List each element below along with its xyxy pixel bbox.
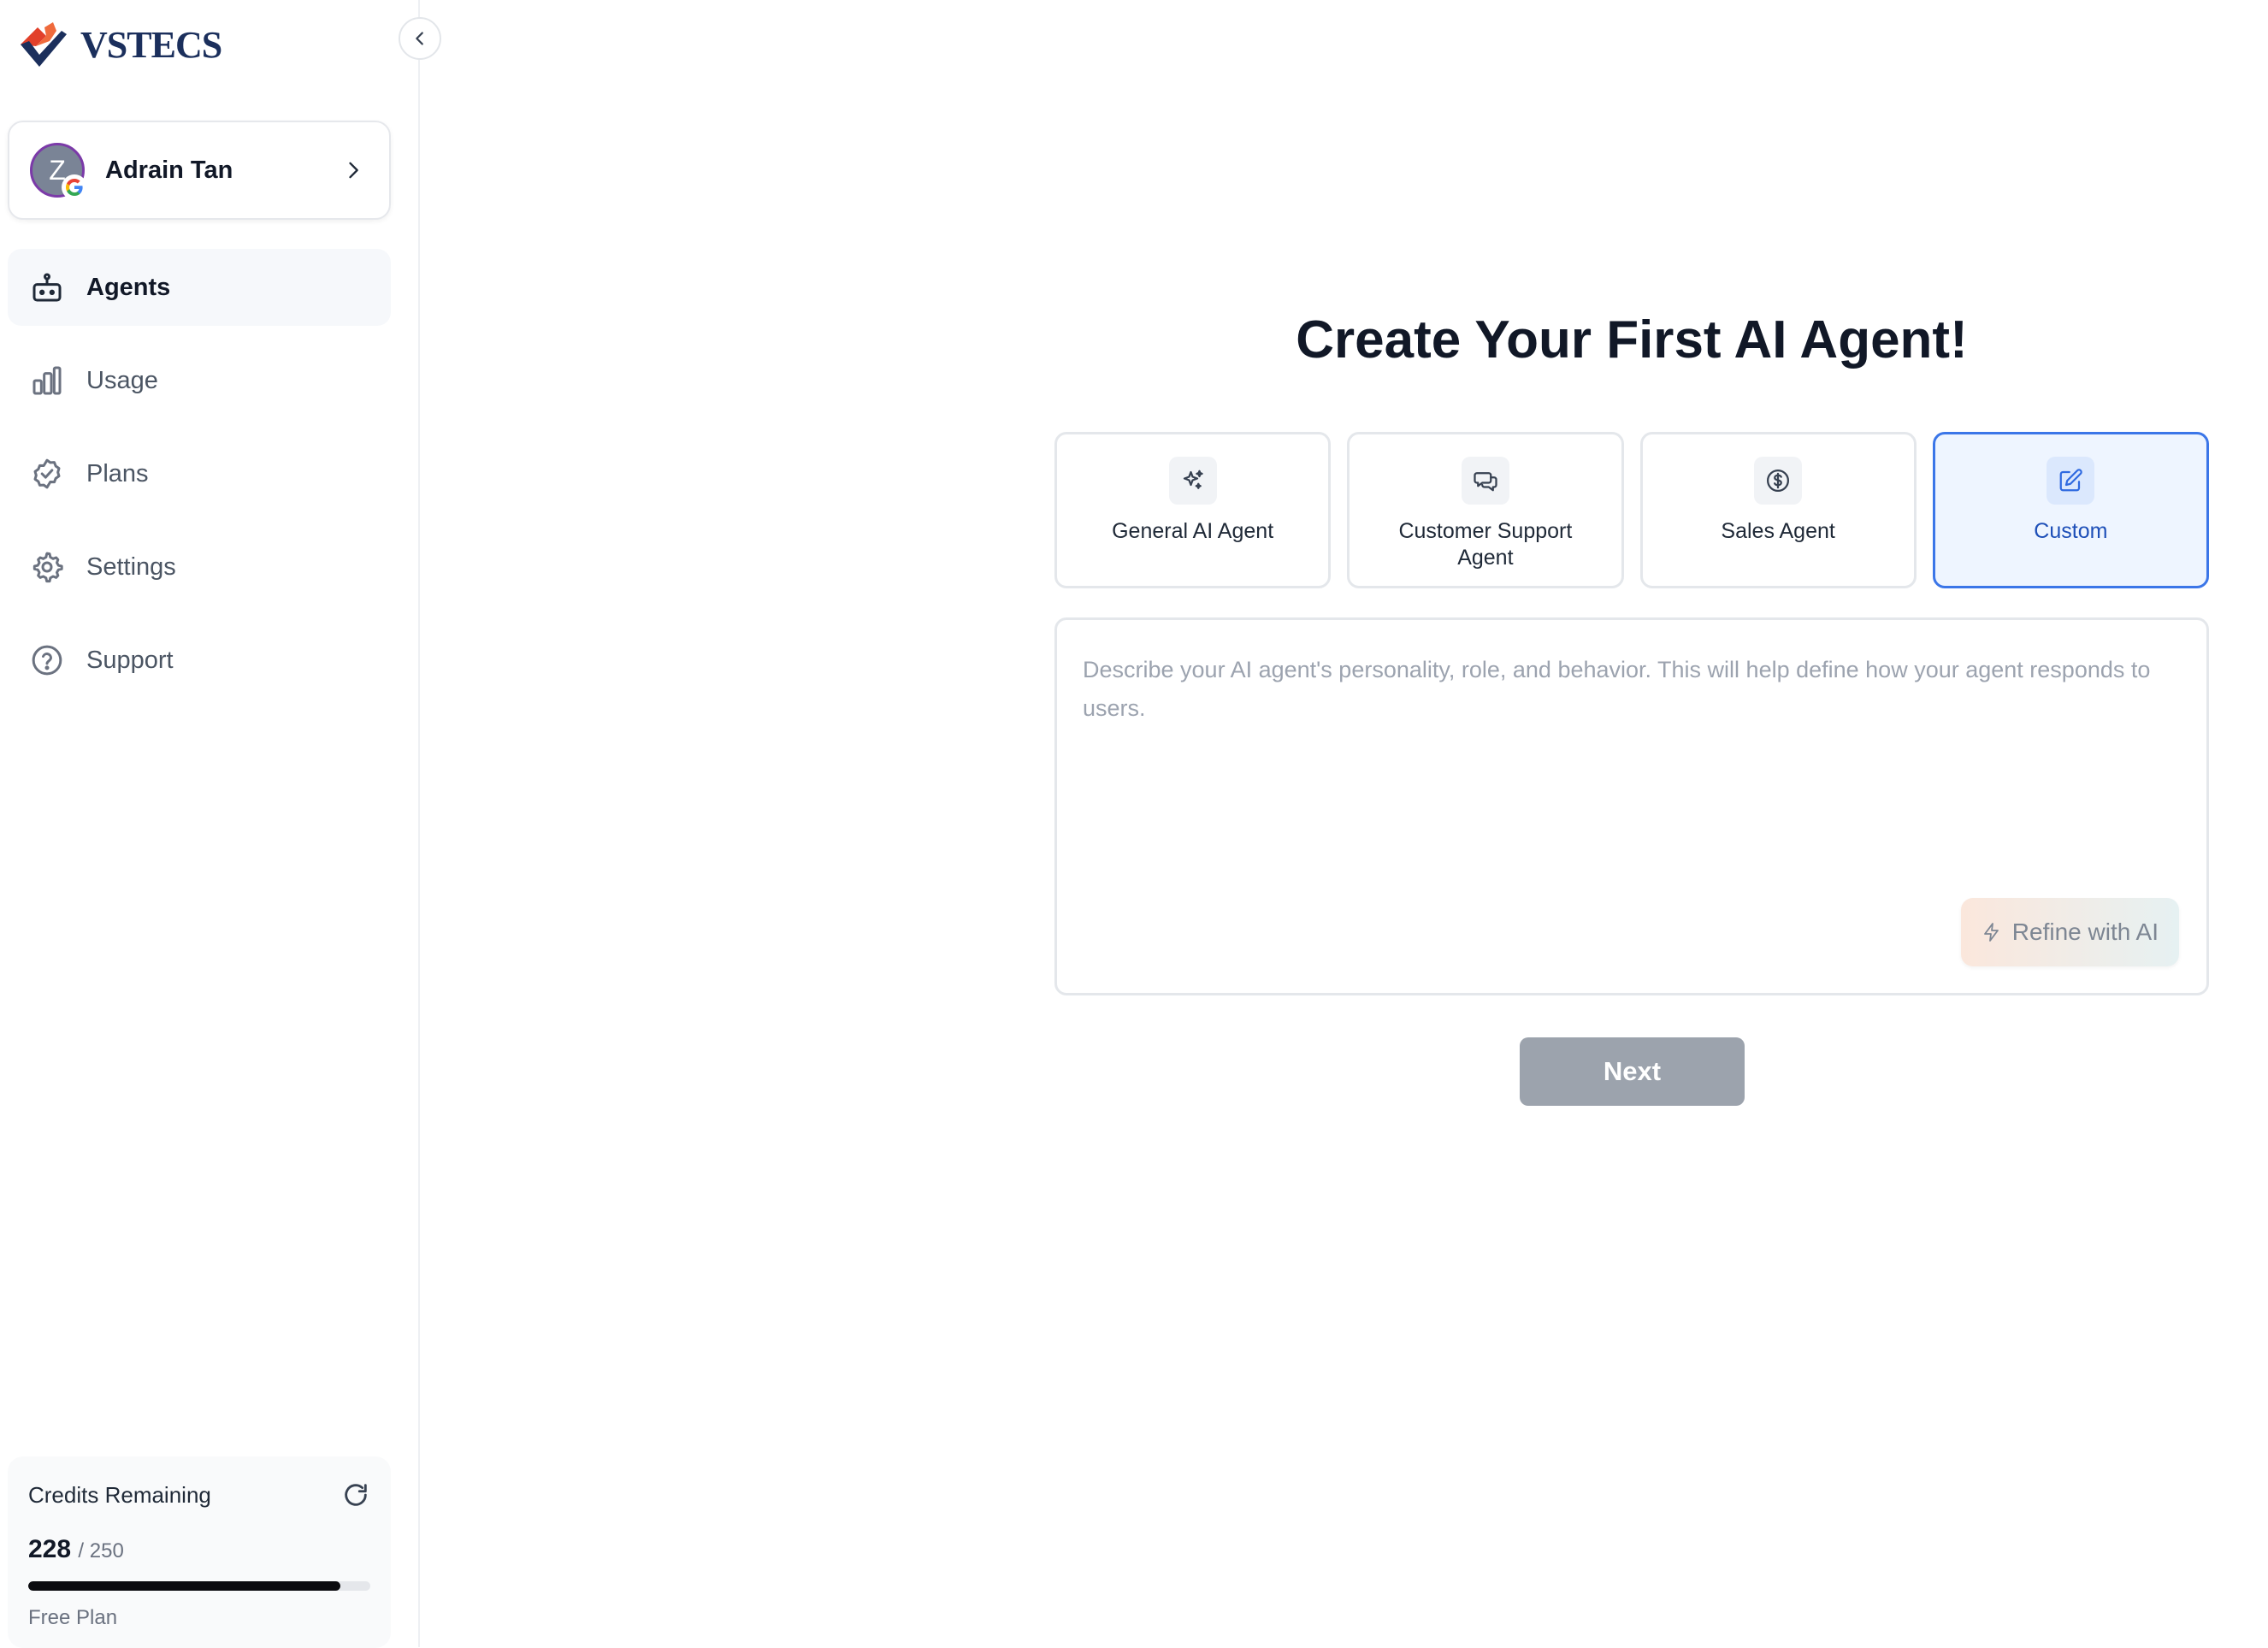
sidebar-item-usage[interactable]: Usage xyxy=(8,342,391,419)
chat-icon xyxy=(1461,457,1509,505)
sidebar-item-agents[interactable]: Agents xyxy=(8,249,391,326)
collapse-sidebar-button[interactable] xyxy=(399,17,441,60)
sidebar-item-label: Agents xyxy=(86,273,171,301)
edit-icon xyxy=(2047,457,2095,505)
agent-description-input[interactable] xyxy=(1057,620,2206,911)
sidebar: VSTECS Z Adrain Tan Agents Usage Plans S… xyxy=(0,0,420,1648)
plan-label: Free Plan xyxy=(28,1606,118,1629)
credits-used: 228 xyxy=(28,1535,72,1563)
page-title: Create Your First AI Agent! xyxy=(1296,310,1968,369)
credits-count: 228 / 250 xyxy=(28,1535,370,1564)
agent-type-sales[interactable]: Sales Agent xyxy=(1639,432,1917,588)
credits-label: Credits Remaining xyxy=(28,1481,211,1508)
dollar-circle-icon xyxy=(1754,457,1803,505)
credits-progress-fill xyxy=(28,1581,340,1591)
robot-icon xyxy=(28,269,66,306)
next-button[interactable]: Next xyxy=(1520,1037,1745,1106)
sidebar-item-label: Support xyxy=(86,646,174,674)
agent-type-label: Custom xyxy=(2034,519,2108,543)
badge-check-icon xyxy=(28,455,66,493)
refresh-icon[interactable] xyxy=(341,1480,370,1509)
user-profile-card[interactable]: Z Adrain Tan xyxy=(8,121,391,220)
agent-type-label: Customer Support Agent xyxy=(1398,519,1573,570)
sidebar-item-label: Plans xyxy=(86,459,149,487)
chevron-left-icon xyxy=(416,32,423,45)
agent-type-general[interactable]: General AI Agent xyxy=(1054,432,1332,588)
sidebar-item-plans[interactable]: Plans xyxy=(8,435,391,512)
gear-icon xyxy=(28,548,66,586)
brand-name: VSTECS xyxy=(80,23,222,66)
bar-chart-icon xyxy=(28,362,66,399)
vstecs-logo-icon xyxy=(21,22,67,67)
chevron-right-icon xyxy=(349,162,358,179)
user-name: Adrain Tan xyxy=(105,156,233,184)
avatar: Z xyxy=(30,143,87,200)
sidebar-item-support[interactable]: Support xyxy=(8,622,391,699)
refine-with-ai-button[interactable]: Refine with AI xyxy=(1960,898,2179,966)
brand-logo[interactable]: VSTECS xyxy=(19,19,222,70)
sidebar-item-label: Settings xyxy=(86,552,176,581)
agent-type-label: General AI Agent xyxy=(1112,519,1274,543)
agent-type-selector: General AI Agent Customer Support Agent … xyxy=(1054,432,2209,588)
agent-type-customer-support[interactable]: Customer Support Agent xyxy=(1347,432,1624,588)
google-icon xyxy=(62,174,87,200)
agent-description-box: Refine with AI xyxy=(1054,617,2209,995)
lightning-icon xyxy=(1983,923,1999,942)
agent-type-custom[interactable]: Custom xyxy=(1932,432,2209,588)
sidebar-item-label: Usage xyxy=(86,366,158,394)
credits-panel: Credits Remaining 228 / 250 Free Plan xyxy=(8,1456,391,1648)
refine-label: Refine with AI xyxy=(2011,919,2159,945)
agent-type-label: Sales Agent xyxy=(1721,519,1835,543)
sidebar-nav: Agents Usage Plans Settings Support xyxy=(8,249,391,715)
credits-total: / 250 xyxy=(78,1539,124,1562)
sparkles-icon xyxy=(1168,457,1217,505)
sidebar-item-settings[interactable]: Settings xyxy=(8,529,391,605)
help-circle-icon xyxy=(28,641,66,679)
credits-progress-bar xyxy=(28,1581,370,1591)
